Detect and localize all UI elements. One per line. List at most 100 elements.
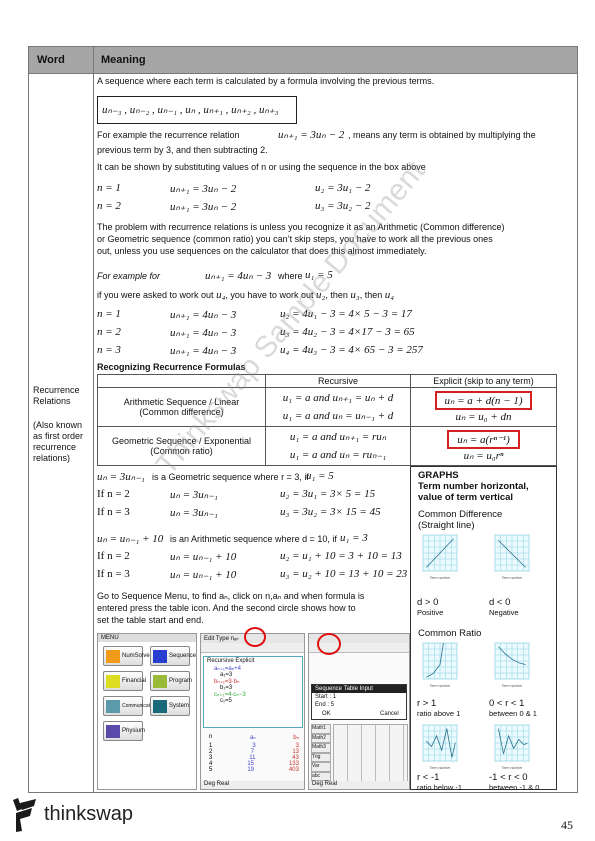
arith-example-text: is an Arithmetic sequence where d = 10, … <box>170 534 337 544</box>
math-row-1-cell: n = 1 <box>97 182 121 194</box>
calc-instr-2: entered press the table icon. And the se… <box>97 603 356 613</box>
problem-2: or Geometric sequence (common ratio) you… <box>97 234 493 244</box>
calculator-sequence-screenshot: Edit Type nₐₙ Recursive Explicit aₙ₊₁=aₙ… <box>200 633 305 790</box>
graph-x-label: Term number <box>502 576 523 580</box>
header-meaning: Meaning <box>101 54 146 66</box>
example1-pre: For example the recurrence relation <box>97 130 240 140</box>
math-row-1-cell: u₂ = u₁ + 10 = 3 + 10 = 13 <box>280 550 402 562</box>
footer-logo-text: thinkswap <box>44 803 133 825</box>
math-row-2-cell: n = 2 <box>97 200 121 212</box>
col-recursive: Recursive <box>265 374 411 388</box>
asked-u4: u₄ <box>216 289 226 301</box>
math-row-2-cell: u₃ = 3u₂ = 3× 15 = 45 <box>280 506 381 518</box>
keypad-tab: Trig <box>311 752 331 762</box>
app-financial: Financial <box>103 671 146 691</box>
mini-graph: Term number <box>422 724 458 770</box>
math-row-3-cell: u₄ = 4u₃ − 3 = 4× 65 − 3 = 257 <box>280 344 423 356</box>
start-end-highlight-circle <box>317 633 341 655</box>
app-sequence: Sequence <box>150 646 196 666</box>
calculator-table-input-screenshot: Sequence Table Input Start : 1 End : 5 O… <box>308 633 410 790</box>
math-row-1-cell: uₙ₊₁ = 3uₙ − 2 <box>170 183 237 195</box>
graph-x-label: Term number <box>502 766 523 770</box>
math-row-1-cell: uₙ₊₁ = 4uₙ − 3 <box>170 309 237 321</box>
arith-example-formula: uₙ = uₙ₋₁ + 10 <box>97 533 164 545</box>
sequence-box: uₙ₋₃ , uₙ₋₂ , uₙ₋₁ , uₙ , uₙ₊₁ , uₙ₊₂ , … <box>97 96 297 124</box>
asked-line: if you were asked to work out u₄, you ha… <box>97 289 394 301</box>
mini-graph: Term number <box>494 642 530 688</box>
table-header-row: n aₙ bₙ <box>209 734 299 741</box>
page-number: 45 <box>561 818 573 832</box>
geo-explicit: uₙ = a(rⁿ⁻¹) uₙ = u₀rⁿ <box>410 426 557 466</box>
sequence-editor: Recursive Explicit aₙ₊₁=aₙ+4 a₁=3 bₙ₊₁=3·… <box>203 656 303 728</box>
math-row-2-cell: uₙ = 3uₙ₋₁ <box>170 507 218 519</box>
math-row-1-cell: If n = 2 <box>97 488 130 500</box>
graphs-box: GRAPHS Term number horizontal, value of … <box>410 466 557 792</box>
graph-label: Negative <box>489 608 519 617</box>
keypad-tab: Var <box>311 762 331 772</box>
table-header: Word Meaning <box>28 46 578 74</box>
app-program: Program <box>150 671 192 691</box>
asked-t1: if you were asked to work out <box>97 290 214 300</box>
graph-x-label: Term number <box>430 766 451 770</box>
cr-title: Common Ratio <box>418 628 482 639</box>
math-row-1-cell: n = 1 <box>97 308 121 320</box>
mini-graph: Term number <box>494 724 530 770</box>
header-word: Word <box>37 54 65 66</box>
math-row-1-cell: u₂ = 3u₁ = 3× 5 = 15 <box>280 488 376 500</box>
asked-t4: , then <box>359 290 383 300</box>
graph-x-label: Term number <box>430 576 451 580</box>
keypad-tab: Math3 <box>311 743 331 753</box>
shown-text: It can be shown by substituting values o… <box>97 162 426 172</box>
graph-condition: r < -1 <box>417 772 440 783</box>
graph-condition: d > 0 <box>417 597 439 608</box>
column-divider <box>93 46 94 793</box>
app-physium: Physium <box>103 721 145 741</box>
graph-x-label: Term number <box>430 684 451 688</box>
arith-explicit: uₙ = a + d(n − 1) uₙ = u₀ + dn <box>410 387 557 427</box>
arith-explicit-highlight: uₙ = a + d(n − 1) <box>434 391 533 410</box>
recognizing-title: Recognizing Recurrence Formulas <box>97 362 246 372</box>
example1-line2: previous term by 3, and then subtracting… <box>97 145 268 155</box>
problem-3: out, unless you use sequences on the cal… <box>97 246 427 256</box>
graph-condition: d < 0 <box>489 597 511 608</box>
arith-recursive: u₁ = a and uₙ₊₁ = uₙ + d u₁ = a and uₙ = … <box>265 387 411 427</box>
geo-recursive: u₁ = a and uₙ₊₁ = ruₙ u₁ = a and uₙ = ruₙ… <box>265 426 411 466</box>
asked-u4b: u₄ <box>384 289 395 301</box>
graphs-subtitle: Term number horizontal, value of term ve… <box>418 481 529 503</box>
thinkswap-logo-icon <box>13 798 36 832</box>
mini-graph: Term number <box>422 642 458 688</box>
example2-formula: uₙ₊₁ = 4uₙ − 3 <box>205 270 272 282</box>
app-system: System <box>150 696 190 716</box>
graph-label: between -1 & 0 <box>489 783 540 792</box>
graph-condition: -1 < r < 0 <box>489 772 528 783</box>
word-term: Recurrence Relations <box>33 385 80 406</box>
graph-condition: r > 1 <box>417 698 437 709</box>
calc-instr-3: set the table start and end. <box>97 615 204 625</box>
dialog-cancel: Cancel <box>380 711 399 717</box>
example2-where: where <box>278 271 303 281</box>
asked-u3: u₃ <box>350 289 360 301</box>
mini-graph: Term number <box>494 534 530 580</box>
word-note: (Also known as first order recurrence re… <box>33 420 84 463</box>
math-row-2-cell: If n = 3 <box>97 568 130 580</box>
example1-post: , means any term is obtained by multiply… <box>348 130 536 140</box>
col-explicit: Explicit (skip to any term) <box>410 374 557 388</box>
example1-formula: uₙ₊₁ = 3uₙ − 2 <box>278 129 345 141</box>
menu-title: MENU <box>98 634 196 642</box>
math-row-2-cell: If n = 3 <box>97 506 130 518</box>
math-row-1-cell: u₂ = 3u₁ − 2 <box>315 182 371 194</box>
intro-text: A sequence where each term is calculated… <box>97 76 435 86</box>
graph-label: ratio below -1 <box>417 783 463 792</box>
math-row-1-cell: If n = 2 <box>97 550 130 562</box>
calc-instr-1: Go to Sequence Menu, to find aₙ, click o… <box>97 591 365 601</box>
graph-condition: 0 < r < 1 <box>489 698 525 709</box>
keypad-tab: Math1 <box>311 724 331 734</box>
dialog-ok: OK <box>322 711 331 717</box>
math-row-2-cell: uₙ₊₁ = 4uₙ − 3 <box>170 327 237 339</box>
keypad-tab: Math2 <box>311 733 331 743</box>
graph-label: Positive <box>417 608 444 617</box>
cd-title: Common Difference <box>418 509 503 520</box>
graph-x-label: Term number <box>502 684 523 688</box>
table-row: 5 19 403 <box>209 767 299 773</box>
math-row-2-cell: u₃ = u₂ + 10 = 13 + 10 = 23 <box>280 568 408 580</box>
